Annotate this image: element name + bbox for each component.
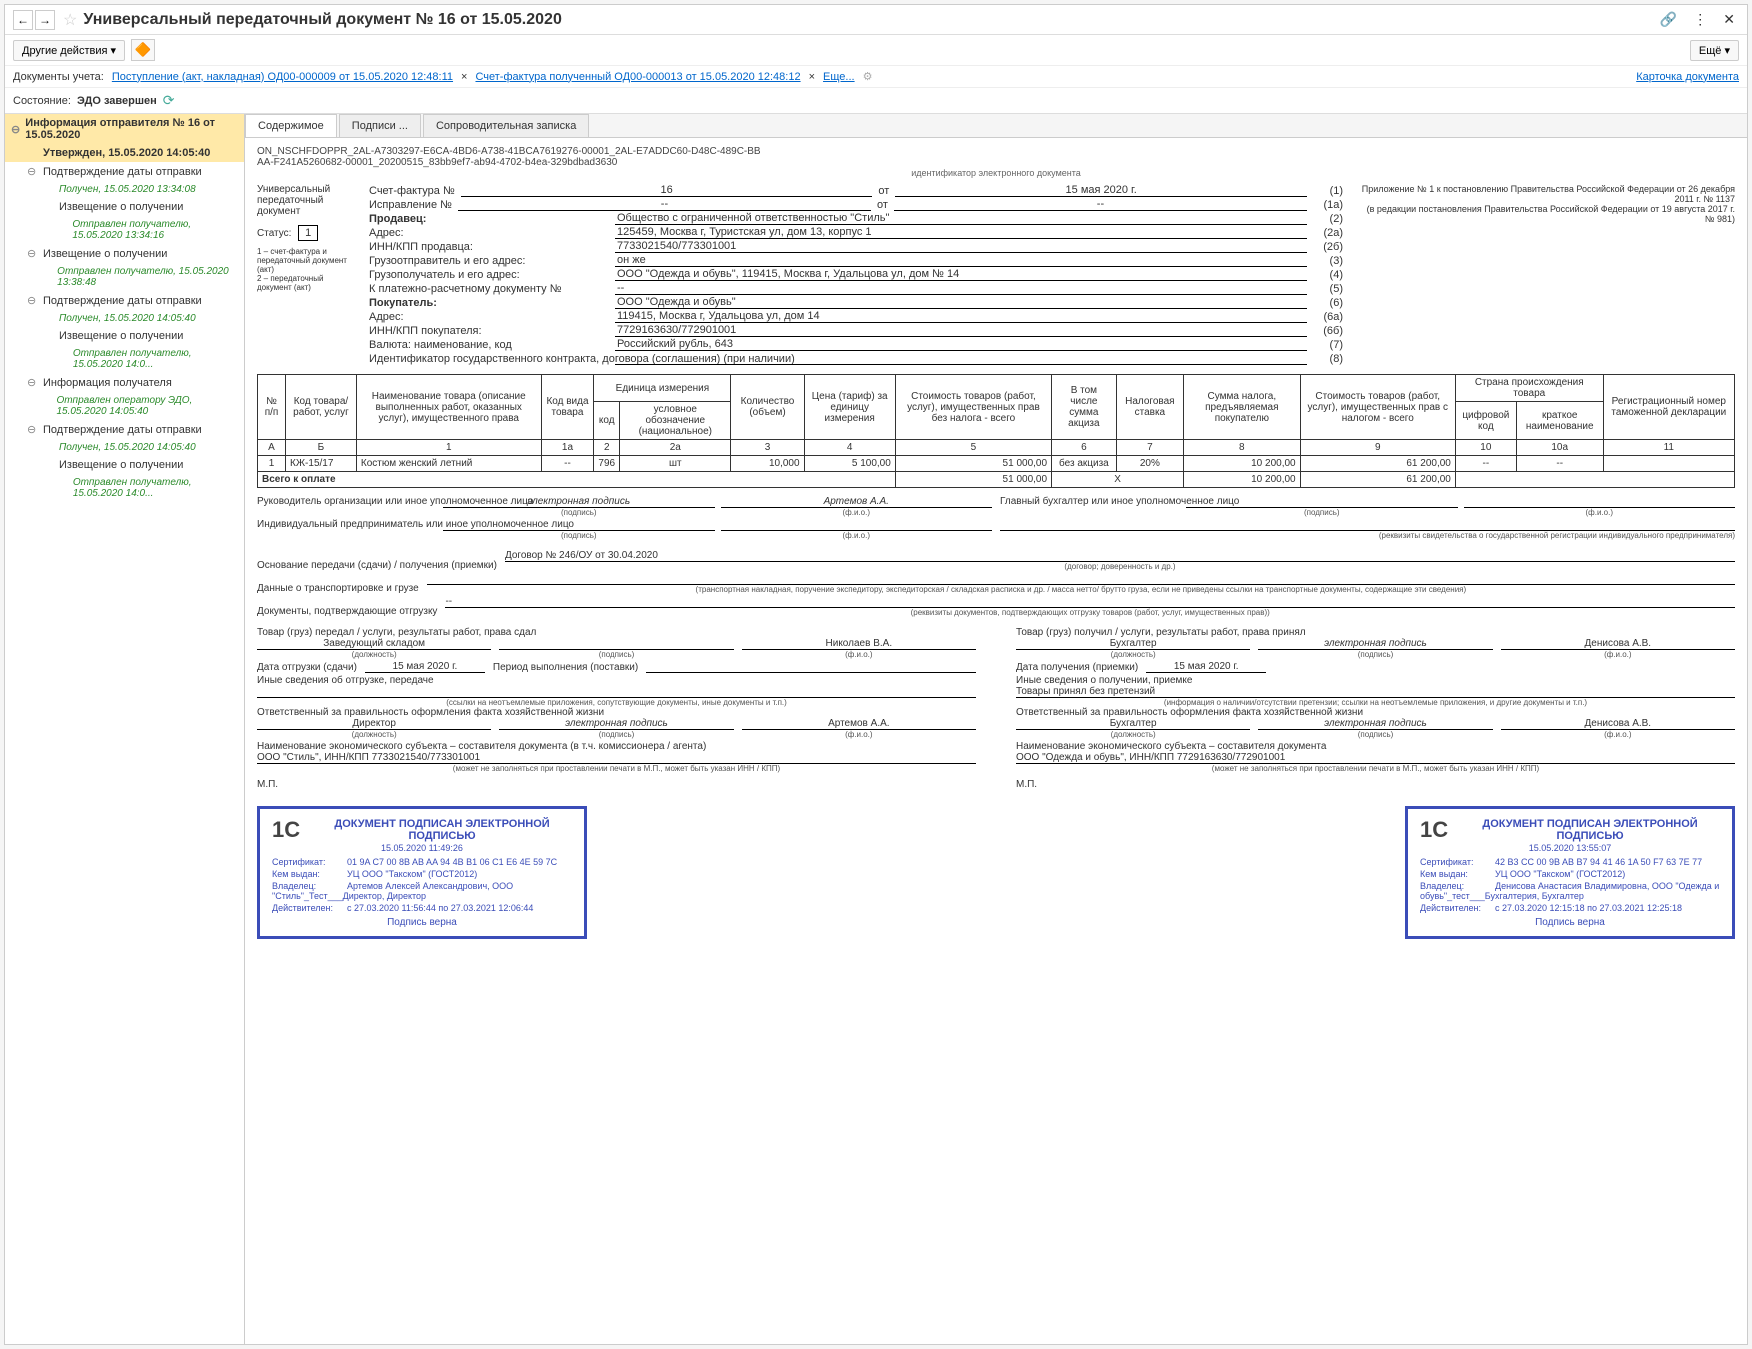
tree-item[interactable]: Отправлен оператору ЭДО, 15.05.2020 14:0… <box>5 392 244 420</box>
header-fields: Счет-фактура № 16 от 15 мая 2020 г. (1) … <box>369 184 1343 366</box>
status-box: 1 <box>298 225 318 241</box>
main-table: № п/п Код товара/ работ, услуг Наименова… <box>257 374 1735 488</box>
doc-link-2[interactable]: Счет-фактура полученный ОД00-000013 от 1… <box>475 71 800 83</box>
more-button[interactable]: Ещё ▾ <box>1690 40 1739 61</box>
menu-dots-icon[interactable]: ⋮ <box>1689 9 1711 30</box>
1c-logo-icon: 1C <box>1420 817 1448 843</box>
tree-item[interactable]: ⊖Информация отправителя № 16 от 15.05.20… <box>5 114 244 144</box>
doc-id-label: идентификатор электронного документа <box>257 168 1735 178</box>
tree-item[interactable]: Отправлен получателю, 15.05.2020 14:0... <box>5 345 244 373</box>
tab-signatures[interactable]: Подписи ... <box>339 114 421 137</box>
tab-content[interactable]: Содержимое <box>245 114 337 137</box>
tree-item[interactable]: Получен, 15.05.2020 14:05:40 <box>5 439 244 456</box>
tree-item[interactable]: ⊖Подтверждение даты отправки <box>5 291 244 310</box>
tree-item[interactable]: Извещение о получении <box>5 198 244 216</box>
signature-stamp-right: 1C ДОКУМЕНТ ПОДПИСАН ЭЛЕКТРОННОЙ ПОДПИСЬ… <box>1405 806 1735 939</box>
header-left: Универсальный передаточный документ Стат… <box>257 184 357 366</box>
documents-row: Документы учета: Поступление (акт, накла… <box>5 66 1747 88</box>
documents-label: Документы учета: <box>13 71 104 83</box>
favorite-star-icon[interactable]: ☆ <box>63 10 77 30</box>
gear-icon[interactable]: ⚙ <box>863 70 873 83</box>
state-row: Состояние: ЭДО завершен ⟳ <box>5 88 1747 114</box>
tree-item[interactable]: Извещение о получении <box>5 327 244 345</box>
tree-item[interactable]: Отправлен получателю, 15.05.2020 13:34:1… <box>5 216 244 244</box>
doc-id-line-1: ON_NSCHFDOPPR_2AL-A7303297-E6CA-4BD6-A73… <box>257 146 1735 157</box>
card-link[interactable]: Карточка документа <box>1636 71 1739 83</box>
table-row: 1 КЖ-15/17 Костюм женский летний -- 796 … <box>258 456 1735 472</box>
tab-note[interactable]: Сопроводительная записка <box>423 114 589 137</box>
structure-icon-button[interactable]: 🔶 <box>131 39 155 61</box>
nav-back-button[interactable]: ← <box>13 10 33 30</box>
content-tabs: Содержимое Подписи ... Сопроводительная … <box>245 114 1747 138</box>
tree-item[interactable]: ⊖Подтверждение даты отправки <box>5 420 244 439</box>
other-actions-button[interactable]: Другие действия ▾ <box>13 40 125 61</box>
refresh-icon[interactable]: ⟳ <box>163 92 175 109</box>
tree-item[interactable]: Получен, 15.05.2020 13:34:08 <box>5 181 244 198</box>
table-totals-row: Всего к оплате 51 000,00 X 10 200,00 61 … <box>258 472 1735 488</box>
doc-id-line-2: AA-F241A5260682-00001_20200515_83bb9ef7-… <box>257 157 1735 168</box>
1c-logo-icon: 1C <box>272 817 300 843</box>
titlebar: ← → ☆ Универсальный передаточный докумен… <box>5 5 1747 35</box>
tree-item[interactable]: ⊖Информация получателя <box>5 373 244 392</box>
tree-item[interactable]: ⊖Извещение о получении <box>5 244 244 263</box>
doc-link-more[interactable]: Еще... <box>823 71 855 83</box>
tree-item[interactable]: Отправлен получателю, 15.05.2020 13:38:4… <box>5 263 244 291</box>
window-title: Универсальный передаточный документ № 16… <box>83 11 1655 29</box>
tree-item[interactable]: Утвержден, 15.05.2020 14:05:40 <box>5 144 244 162</box>
tree-item[interactable]: Отправлен получателю, 15.05.2020 14:0... <box>5 474 244 502</box>
link-icon[interactable]: 🔗 <box>1656 9 1681 30</box>
state-value: ЭДО завершен <box>77 95 157 107</box>
header-annex: Приложение № 1 к постановлению Правитель… <box>1355 184 1735 366</box>
doc-link-1[interactable]: Поступление (акт, накладная) ОД00-000009… <box>112 71 453 83</box>
tree-item[interactable]: ⊖Подтверждение даты отправки <box>5 162 244 181</box>
tree-item[interactable]: Получен, 15.05.2020 14:05:40 <box>5 310 244 327</box>
tree-item[interactable]: Извещение о получении <box>5 456 244 474</box>
signature-stamp-left: 1C ДОКУМЕНТ ПОДПИСАН ЭЛЕКТРОННОЙ ПОДПИСЬ… <box>257 806 587 939</box>
nav-forward-button[interactable]: → <box>35 10 55 30</box>
toolbar: Другие действия ▾ 🔶 Ещё ▾ <box>5 35 1747 66</box>
sidebar: ⊖Информация отправителя № 16 от 15.05.20… <box>5 114 245 1344</box>
close-icon[interactable]: ✕ <box>1719 9 1739 30</box>
